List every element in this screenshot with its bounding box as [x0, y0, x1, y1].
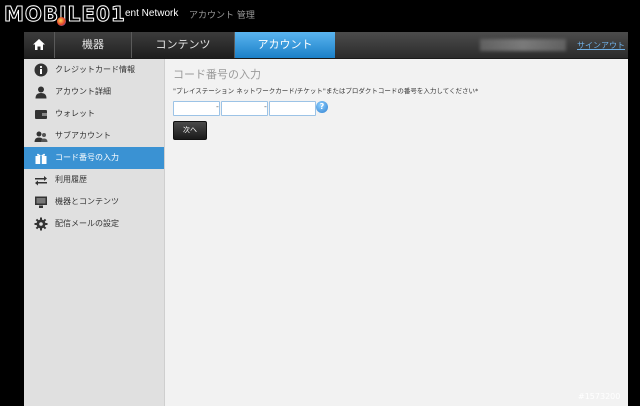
logo-emblem-icon — [57, 17, 66, 26]
main-content: コード番号の入力 "プレイステーション ネットワークカード/チケット"またはプロ… — [165, 59, 628, 406]
sidebar-item-label: ウォレット — [55, 109, 95, 118]
info-icon — [34, 63, 48, 77]
account-management-label: アカウント 管理 — [189, 11, 255, 21]
top-navigation: 機器 コンテンツ アカウント サインアウト — [24, 32, 628, 59]
main-frame: 機器 コンテンツ アカウント サインアウト クレジットカード情報 アカウント詳細… — [24, 32, 628, 406]
sidebar-item-devices-content[interactable]: 機器とコンテンツ — [24, 191, 164, 213]
page-description: "プレイステーション ネットワークカード/チケット"またはプロダクトコードの番号… — [173, 87, 479, 95]
page-title: コード番号の入力 — [173, 68, 261, 81]
home-icon — [33, 39, 45, 50]
tab-content[interactable]: コンテンツ — [132, 32, 235, 58]
network-title: ent Network — [125, 8, 179, 19]
code-input-1[interactable] — [173, 101, 220, 116]
wallet-icon — [35, 110, 47, 119]
tab-account[interactable]: アカウント — [235, 32, 335, 58]
top-header: MOBILE01 ent Network アカウント 管理 — [0, 0, 640, 30]
help-icon[interactable]: ? — [316, 101, 328, 113]
sub-accounts-icon — [34, 131, 48, 142]
tab-devices[interactable]: 機器 — [55, 32, 132, 58]
code-separator: - — [216, 102, 219, 111]
sidebar-item-label: 配信メールの設定 — [55, 219, 119, 228]
device-icon — [35, 196, 47, 208]
watermark: #1573200 — [578, 392, 621, 401]
code-input-3[interactable] — [269, 101, 316, 116]
signout-link[interactable]: サインアウト — [577, 40, 625, 51]
transfer-icon — [35, 176, 47, 186]
next-button[interactable]: 次へ — [173, 121, 207, 140]
sidebar: クレジットカード情報 アカウント詳細 ウォレット サブアカウント コード番号の入… — [24, 59, 165, 406]
sidebar-item-label: クレジットカード情報 — [55, 65, 135, 74]
sidebar-item-sub-accounts[interactable]: サブアカウント — [24, 125, 164, 147]
user-icon — [35, 86, 47, 99]
sidebar-item-label: 利用履歴 — [55, 175, 87, 184]
sidebar-item-label: 機器とコンテンツ — [55, 197, 119, 206]
sidebar-item-account-details[interactable]: アカウント詳細 — [24, 81, 164, 103]
sidebar-item-redeem-code[interactable]: コード番号の入力 — [24, 147, 164, 169]
code-separator: - — [264, 102, 267, 111]
sidebar-item-history[interactable]: 利用履歴 — [24, 169, 164, 191]
sidebar-item-label: コード番号の入力 — [55, 153, 119, 162]
blurred-username — [480, 39, 566, 51]
code-input-2[interactable] — [221, 101, 268, 116]
sidebar-item-label: アカウント詳細 — [55, 87, 111, 96]
gear-icon — [34, 217, 48, 231]
sidebar-item-wallet[interactable]: ウォレット — [24, 103, 164, 125]
gift-icon — [35, 153, 47, 164]
sidebar-item-label: サブアカウント — [55, 131, 111, 140]
sidebar-item-credit-card[interactable]: クレジットカード情報 — [24, 59, 164, 81]
sidebar-item-email-settings[interactable]: 配信メールの設定 — [24, 213, 164, 235]
home-button[interactable] — [24, 32, 55, 58]
